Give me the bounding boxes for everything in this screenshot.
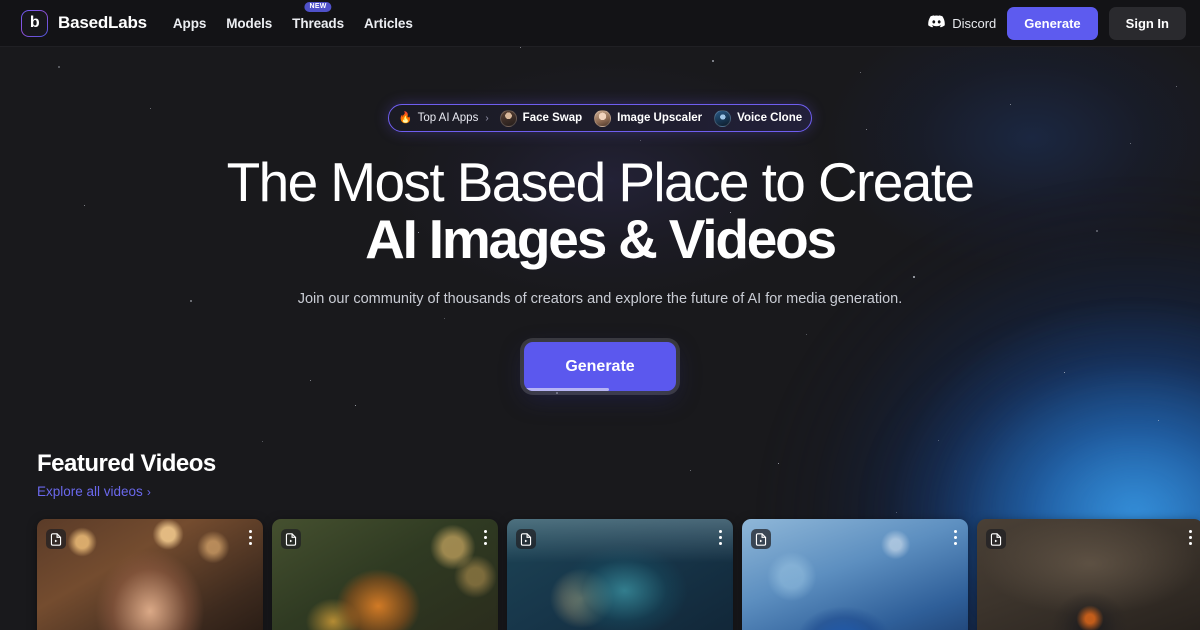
card-menu-button[interactable] [249, 530, 252, 546]
nav-link-threads[interactable]: NEW Threads [292, 1, 344, 31]
top-ai-apps-pill[interactable]: 🔥 Top AI Apps › Face Swap Image Upscaler… [387, 104, 813, 132]
pill-item-voice-clone-label: Voice Clone [737, 112, 803, 124]
hero-subtitle: Join our community of thousands of creat… [297, 291, 903, 308]
nav-actions: Discord Generate Sign In [928, 6, 1186, 40]
logo-letter: b [29, 14, 40, 31]
card-menu-button[interactable] [1189, 530, 1192, 546]
hero-section: 🔥 Top AI Apps › Face Swap Image Upscaler… [0, 47, 1200, 392]
pill-item-face-swap-label: Face Swap [522, 112, 583, 124]
explore-all-videos-label: Explore all videos [37, 484, 143, 500]
generate-button-nav[interactable]: Generate [1007, 6, 1098, 40]
pill-item-voice-clone[interactable]: Voice Clone [709, 109, 807, 127]
pill-item-image-upscaler[interactable]: Image Upscaler [589, 109, 707, 127]
voice-clone-avatar-icon [714, 109, 732, 127]
generate-progress-bar [524, 388, 610, 392]
video-file-icon[interactable] [751, 529, 771, 550]
image-upscaler-avatar-icon [594, 109, 612, 127]
featured-video-card-3[interactable] [507, 519, 733, 630]
video-thumbnail [37, 519, 263, 630]
brand-logo[interactable]: b BasedLabs [21, 10, 147, 37]
video-thumbnail [272, 519, 498, 630]
hero-cta-wrapper: Generate [0, 342, 1200, 392]
pill-item-face-swap[interactable]: Face Swap [495, 109, 587, 127]
featured-videos-list [37, 519, 1200, 630]
nav-link-articles[interactable]: Articles [364, 16, 413, 31]
chevron-right-icon: › [146, 484, 151, 499]
top-navigation-bar: b BasedLabs Apps Models NEW Threads Arti… [0, 0, 1200, 47]
brand-name: BasedLabs [58, 13, 147, 32]
nav-link-models[interactable]: Models [226, 16, 272, 31]
new-badge: NEW [304, 1, 332, 12]
nav-link-apps[interactable]: Apps [173, 16, 206, 31]
video-thumbnail [742, 519, 968, 630]
page-root: b BasedLabs Apps Models NEW Threads Arti… [0, 0, 1200, 630]
sign-in-button[interactable]: Sign In [1108, 6, 1186, 40]
featured-video-card-5[interactable] [977, 519, 1200, 630]
featured-video-card-4[interactable] [742, 519, 968, 630]
discord-icon [928, 15, 945, 31]
video-file-icon[interactable] [516, 529, 536, 550]
generate-button-hero[interactable]: Generate [524, 342, 676, 392]
featured-video-card-2[interactable] [272, 519, 498, 630]
video-thumbnail [977, 519, 1200, 630]
featured-videos-section: Featured Videos Explore all videos › [0, 450, 1200, 630]
nav-link-threads-label: Threads [292, 15, 344, 31]
explore-all-videos-link[interactable]: Explore all videos › [37, 484, 151, 499]
video-file-icon[interactable] [46, 529, 66, 550]
pill-item-image-upscaler-label: Image Upscaler [617, 112, 703, 124]
video-file-icon[interactable] [281, 529, 301, 550]
flame-icon: 🔥 [398, 111, 413, 124]
video-file-icon[interactable] [986, 529, 1006, 550]
face-swap-avatar-icon [499, 109, 517, 127]
nav-links: Apps Models NEW Threads Articles [173, 1, 413, 31]
video-thumbnail [507, 519, 733, 630]
discord-link[interactable]: Discord [928, 15, 996, 31]
generate-button-hero-label: Generate [565, 357, 635, 375]
featured-video-card-1[interactable] [37, 519, 263, 630]
card-menu-button[interactable] [719, 530, 722, 546]
featured-videos-title: Featured Videos [37, 450, 216, 478]
hero-headline: The Most Based Place to Create AI Images… [0, 154, 1200, 269]
discord-label: Discord [952, 15, 997, 31]
card-menu-button[interactable] [954, 530, 957, 546]
basedlabs-logo-icon: b [21, 10, 48, 37]
card-menu-button[interactable] [484, 530, 487, 546]
pill-lead-label: Top AI Apps [417, 112, 479, 124]
chevron-right-icon: › [485, 112, 489, 124]
pill-lead: 🔥 Top AI Apps › [399, 112, 493, 124]
hero-headline-line-1: The Most Based Place to Create [226, 151, 975, 213]
hero-headline-line-2: AI Images & Videos [365, 208, 837, 271]
